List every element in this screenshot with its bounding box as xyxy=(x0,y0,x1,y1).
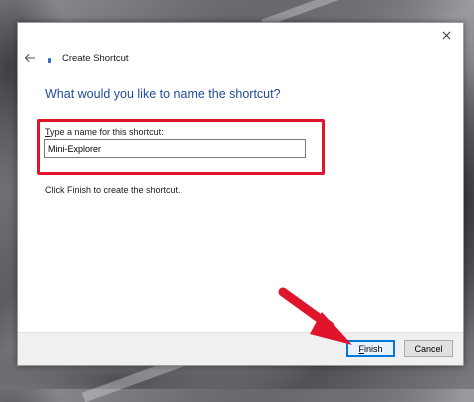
create-shortcut-dialog: Create Shortcut What would you like to n… xyxy=(17,22,464,366)
close-button[interactable] xyxy=(435,25,457,45)
close-icon xyxy=(442,31,450,39)
page-heading: What would you like to name the shortcut… xyxy=(45,87,281,101)
dialog-footer: Finish Cancel xyxy=(18,332,463,365)
window-title: Create Shortcut xyxy=(62,52,129,64)
back-arrow-icon xyxy=(24,53,35,63)
instruction-text: Click Finish to create the shortcut. xyxy=(45,185,181,195)
cancel-button[interactable]: Cancel xyxy=(404,340,453,357)
annotation-highlight-box xyxy=(37,119,325,175)
shortcut-app-icon xyxy=(48,53,58,63)
title-bar: Create Shortcut xyxy=(24,50,129,66)
finish-button[interactable]: Finish xyxy=(346,340,395,357)
back-button[interactable] xyxy=(24,52,38,64)
finish-label-rest: inish xyxy=(363,343,383,354)
